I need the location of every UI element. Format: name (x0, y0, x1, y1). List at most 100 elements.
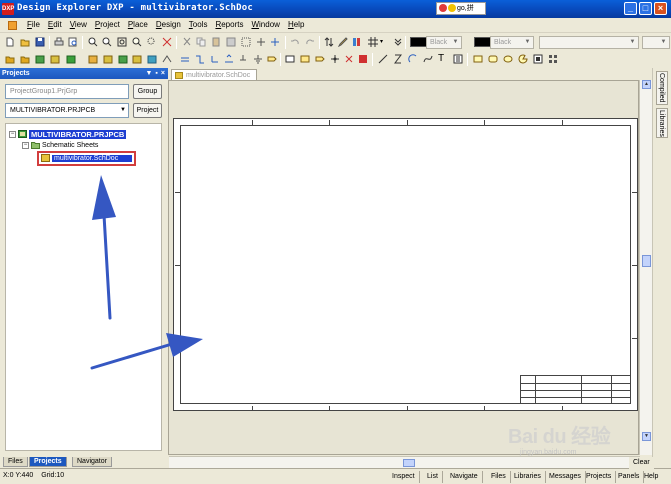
ime-indicator[interactable]: go,拼 (436, 2, 486, 15)
menu-window[interactable]: Window (251, 20, 279, 29)
multi-sheet-icon[interactable] (132, 54, 142, 64)
ground-icon[interactable] (253, 54, 263, 64)
navigate-icon[interactable] (162, 54, 172, 64)
status-messages-button[interactable]: Messages (545, 471, 586, 483)
move-selection-icon[interactable] (270, 37, 280, 47)
zoom-fit-icon[interactable] (117, 37, 127, 47)
print-preview-icon[interactable] (68, 37, 78, 47)
panel-close-icon[interactable]: × (161, 68, 165, 79)
status-clear-button[interactable]: Clear (629, 457, 654, 469)
cross-probe-icon[interactable] (162, 37, 172, 47)
status-projects-button[interactable]: Projects (582, 471, 617, 483)
schematic-canvas[interactable] (168, 80, 640, 468)
font-combo[interactable]: ▼ (539, 36, 639, 49)
sheet-entry-icon[interactable] (300, 54, 310, 64)
tab-files[interactable]: Files (3, 457, 28, 467)
vertical-scroll-thumb[interactable] (642, 255, 651, 267)
status-navigate-button[interactable]: Navigate (446, 471, 483, 483)
menu-project[interactable]: Project (95, 20, 120, 29)
tab-compiled[interactable]: Compiled (656, 71, 668, 105)
print-icon[interactable] (54, 37, 64, 47)
zoom-selected-icon[interactable] (147, 37, 157, 47)
status-inspect-button[interactable]: Inspect (388, 471, 420, 483)
open-folder-icon[interactable] (20, 37, 30, 47)
menu-file[interactable]: File (27, 20, 40, 29)
undo-icon[interactable] (290, 37, 300, 47)
workspace-field[interactable]: ProjectGroup1.PrjGrp (5, 84, 129, 99)
horizontal-scrollbar[interactable] (169, 456, 640, 468)
close-button[interactable]: × (654, 2, 667, 15)
project-select[interactable]: MULTIVIBRATOR.PRJPCB ▼ (5, 103, 129, 118)
menu-place[interactable]: Place (128, 20, 148, 29)
new-file-icon[interactable] (5, 37, 15, 47)
place-wire-icon[interactable] (180, 54, 190, 64)
grid-dropdown-arrow[interactable]: ▾ (380, 38, 383, 45)
menu-view[interactable]: View (70, 20, 87, 29)
move-icon[interactable] (256, 37, 266, 47)
paste-icon[interactable] (211, 37, 221, 47)
library-icon[interactable] (352, 37, 362, 47)
status-help-button[interactable]: Help (640, 471, 662, 483)
pcb-layout-icon[interactable] (358, 54, 368, 64)
zoom-out-icon[interactable] (102, 37, 112, 47)
array-paste-icon[interactable] (548, 54, 558, 64)
port-icon[interactable] (267, 54, 277, 64)
schematic-sheet[interactable] (173, 118, 638, 411)
fill-color-combo[interactable]: Black ▼ (426, 36, 462, 49)
round-rectangle-icon[interactable] (488, 54, 498, 64)
tree-node-document[interactable]: multivibrator.SchDoc (37, 151, 137, 166)
status-files-button[interactable]: Files (487, 471, 511, 483)
polygon-icon[interactable] (393, 54, 403, 64)
grid-icon[interactable] (368, 37, 378, 47)
text-string-icon[interactable]: T (438, 53, 444, 64)
no-erc-icon[interactable] (344, 54, 354, 64)
tab-projects[interactable]: Projects (29, 457, 67, 467)
status-list-button[interactable]: List (423, 471, 443, 483)
part-icon[interactable] (285, 54, 295, 64)
off-sheet-connector-icon[interactable] (315, 54, 325, 64)
rubber-stamp-icon[interactable] (226, 37, 236, 47)
toolbar-overflow-icon[interactable] (393, 37, 403, 47)
document-options-icon[interactable] (103, 54, 113, 64)
text-frame-icon[interactable] (453, 54, 463, 64)
copy-icon[interactable] (196, 37, 206, 47)
document-tab[interactable]: multivibrator.SchDoc (171, 69, 258, 80)
tab-navigator[interactable]: Navigator (72, 457, 112, 467)
collapse-icon[interactable]: − (22, 142, 29, 149)
horizontal-scroll-thumb[interactable] (403, 459, 415, 467)
project-compile-icon[interactable] (5, 54, 15, 64)
menu-tools[interactable]: Tools (189, 20, 208, 29)
sheet-symbol-icon[interactable] (118, 54, 128, 64)
compile-document-icon[interactable] (50, 54, 60, 64)
graphic-icon[interactable] (533, 54, 543, 64)
edit-pencil-icon[interactable] (338, 37, 348, 47)
line-icon[interactable] (378, 54, 388, 64)
pie-icon[interactable] (518, 54, 528, 64)
maximize-button[interactable]: □ (639, 2, 652, 15)
redo-icon[interactable] (305, 37, 315, 47)
project-options-icon[interactable] (35, 54, 45, 64)
place-bus-icon[interactable] (195, 54, 205, 64)
place-net-label-icon[interactable] (210, 54, 220, 64)
chevron-down-icon[interactable]: ▼ (120, 104, 126, 117)
ellipse-icon[interactable] (503, 54, 513, 64)
tab-libraries[interactable]: Libraries (656, 108, 668, 138)
vertical-scrollbar[interactable]: ▲ ▼ (639, 80, 652, 455)
menu-design[interactable]: Design (156, 20, 181, 29)
tree-node-project[interactable]: − MULTIVIBRATOR.PRJPCB (9, 130, 127, 140)
net-label-icon[interactable] (224, 54, 234, 64)
arc-icon[interactable] (408, 54, 418, 64)
title-bar[interactable]: DXP Design Explorer DXP - multivibrator.… (0, 0, 671, 18)
power-port-icon[interactable] (238, 54, 248, 64)
line-color-combo[interactable]: Black ▼ (490, 36, 534, 49)
board-icon[interactable] (66, 54, 76, 64)
component-icon[interactable] (88, 54, 98, 64)
panel-pin-icon[interactable]: ▪ (155, 68, 157, 79)
zoom-area-icon[interactable] (132, 37, 142, 47)
minimize-button[interactable]: _ (624, 2, 637, 15)
project-button[interactable]: Project (133, 103, 162, 118)
save-icon[interactable] (35, 37, 45, 47)
cut-icon[interactable] (182, 37, 192, 47)
select-area-icon[interactable] (241, 37, 251, 47)
group-button[interactable]: Group (133, 84, 162, 99)
